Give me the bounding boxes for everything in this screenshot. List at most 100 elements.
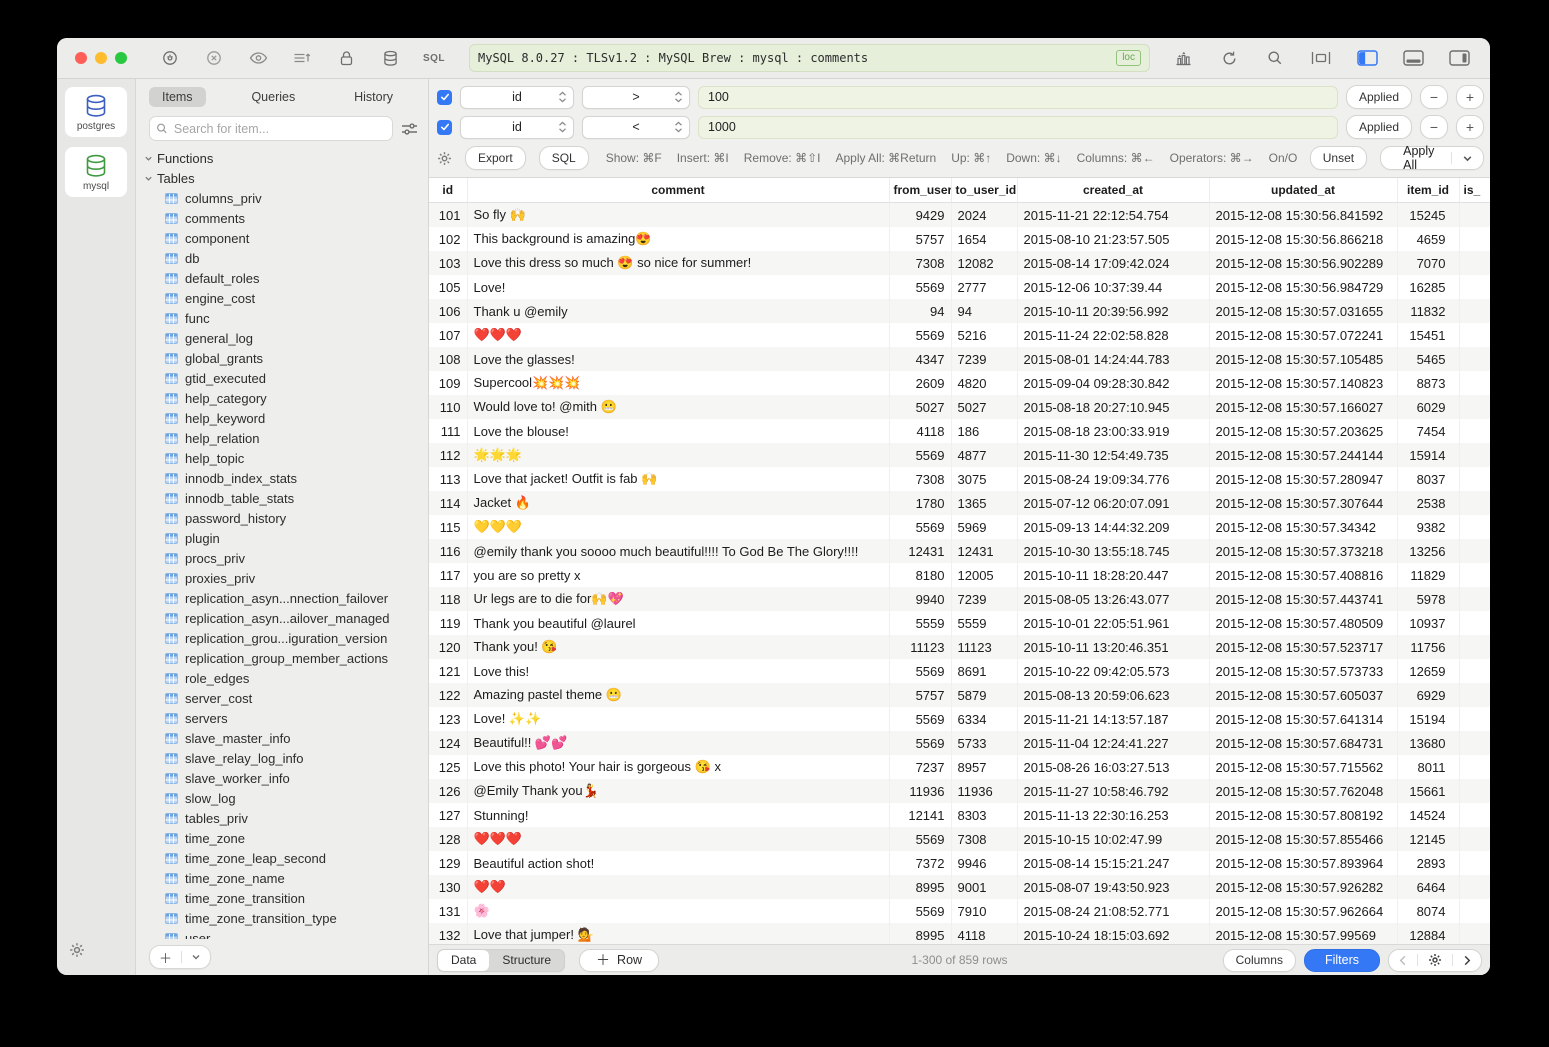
filter-value-input[interactable]: 1000: [698, 116, 1338, 139]
tab-items[interactable]: Items: [149, 87, 206, 107]
table-tree-item[interactable]: help_topic: [136, 448, 428, 468]
table-tree-item[interactable]: comments: [136, 208, 428, 228]
table-tree-item[interactable]: gtid_executed: [136, 368, 428, 388]
table-row[interactable]: 127 Stunning! 12141 8303 2015-11-13 22:3…: [429, 803, 1490, 827]
table-row[interactable]: 115 💛💛💛 5569 5969 2015-09-13 14:44:32.20…: [429, 515, 1490, 539]
table-row[interactable]: 131 🌸 5569 7910 2015-08-24 21:08:52.771 …: [429, 899, 1490, 923]
column-header-created-at[interactable]: created_at: [1017, 178, 1209, 203]
table-row[interactable]: 107 ❤️❤️❤️ 5569 5216 2015-11-24 22:02:58…: [429, 323, 1490, 347]
column-header-item-id[interactable]: item_id: [1397, 178, 1459, 203]
table-tree-item[interactable]: innodb_table_stats: [136, 488, 428, 508]
table-tree-item[interactable]: procs_priv: [136, 548, 428, 568]
toggle-right-panel-icon[interactable]: [1446, 46, 1472, 70]
applied-button[interactable]: Applied: [1346, 115, 1412, 139]
table-row[interactable]: 117 you are so pretty x 8180 12005 2015-…: [429, 563, 1490, 587]
sort-list-icon[interactable]: [289, 46, 315, 70]
search-icon[interactable]: [1262, 46, 1288, 70]
table-tree-item[interactable]: servers: [136, 708, 428, 728]
plus-icon[interactable]: ＋: [150, 948, 181, 967]
apply-all-button[interactable]: Apply All: [1380, 146, 1484, 170]
filter-options-icon[interactable]: [401, 122, 418, 136]
unset-button[interactable]: Unset: [1310, 146, 1367, 170]
filter-value-input[interactable]: 100: [698, 86, 1338, 109]
table-tree-item[interactable]: tables_priv: [136, 808, 428, 828]
chevron-down-icon[interactable]: [1452, 153, 1483, 164]
table-row[interactable]: 113 Love that jacket! Outfit is fab 🙌 73…: [429, 467, 1490, 491]
table-row[interactable]: 102 This background is amazing😍 5757 165…: [429, 227, 1490, 251]
refresh-icon[interactable]: [1216, 46, 1242, 70]
table-tree-item[interactable]: time_zone: [136, 828, 428, 848]
filters-button[interactable]: Filters: [1304, 949, 1380, 972]
remove-filter-button[interactable]: −: [1420, 85, 1448, 109]
toggle-sidebar-icon[interactable]: [1354, 46, 1380, 70]
lock-icon[interactable]: [333, 46, 359, 70]
table-row[interactable]: 119 Thank you beautiful @laurel 5559 555…: [429, 611, 1490, 635]
table-tree-item[interactable]: general_log: [136, 328, 428, 348]
tree-group-tables[interactable]: Tables: [136, 168, 428, 188]
table-tree-item[interactable]: slave_master_info: [136, 728, 428, 748]
preview-eye-icon[interactable]: [245, 46, 271, 70]
sql-editor-icon[interactable]: SQL: [421, 46, 447, 70]
table-tree-item[interactable]: time_zone_transition: [136, 888, 428, 908]
table-row[interactable]: 106 Thank u @emily 94 94 2015-10-11 20:3…: [429, 299, 1490, 323]
table-tree-item[interactable]: plugin: [136, 528, 428, 548]
table-tree-item[interactable]: engine_cost: [136, 288, 428, 308]
table-row[interactable]: 101 So fly 🙌 9429 2024 2015-11-21 22:12:…: [429, 203, 1490, 228]
toggle-bottom-panel-icon[interactable]: [1400, 46, 1426, 70]
search-input[interactable]: [172, 121, 386, 137]
table-tree-item[interactable]: time_zone_transition_type: [136, 908, 428, 928]
table-row[interactable]: 103 Love this dress so much 😍 so nice fo…: [429, 251, 1490, 275]
applied-button[interactable]: Applied: [1346, 85, 1412, 109]
filter-operator-select[interactable]: <: [582, 116, 690, 139]
table-tree-item[interactable]: replication_asyn...ailover_managed: [136, 608, 428, 628]
table-tree-item[interactable]: func: [136, 308, 428, 328]
chevron-down-icon[interactable]: [182, 952, 210, 962]
connection-mysql[interactable]: mysql: [65, 147, 127, 197]
database-icon[interactable]: [377, 46, 403, 70]
data-tab[interactable]: Data: [438, 950, 489, 971]
table-tree-item[interactable]: replication_asyn...nnection_failover: [136, 588, 428, 608]
table-row[interactable]: 116 @emily thank you soooo much beautifu…: [429, 539, 1490, 563]
column-header-comment[interactable]: comment: [467, 178, 889, 203]
tab-queries[interactable]: Queries: [238, 87, 308, 107]
tab-history[interactable]: History: [341, 87, 406, 107]
add-item-button[interactable]: ＋: [149, 945, 211, 969]
table-row[interactable]: 132 Love that jumper! 💁 8995 4118 2015-1…: [429, 923, 1490, 944]
table-tree-item[interactable]: slave_relay_log_info: [136, 748, 428, 768]
connection-icon[interactable]: [157, 46, 183, 70]
column-header-id[interactable]: id: [429, 178, 467, 203]
table-tree-item[interactable]: time_zone_leap_second: [136, 848, 428, 868]
item-search-field[interactable]: [149, 116, 393, 141]
structure-tab[interactable]: Structure: [489, 950, 564, 971]
connection-postgres[interactable]: postgres: [65, 87, 127, 137]
filter-column-select[interactable]: id: [460, 86, 574, 109]
table-tree-item[interactable]: innodb_index_stats: [136, 468, 428, 488]
close-window-button[interactable]: [75, 52, 87, 64]
page-settings-gear-icon[interactable]: [1418, 953, 1452, 967]
column-header-is[interactable]: is_: [1459, 178, 1490, 203]
table-tree-item[interactable]: time_zone_name: [136, 868, 428, 888]
table-tree-item[interactable]: slave_worker_info: [136, 768, 428, 788]
table-row[interactable]: 110 Would love to! @mith 😬 5027 5027 201…: [429, 395, 1490, 419]
table-tree-item[interactable]: component: [136, 228, 428, 248]
table-row[interactable]: 125 Love this photo! Your hair is gorgeo…: [429, 755, 1490, 779]
table-row[interactable]: 122 Amazing pastel theme 😬 5757 5879 201…: [429, 683, 1490, 707]
table-tree-item[interactable]: server_cost: [136, 688, 428, 708]
table-row[interactable]: 114 Jacket 🔥 1780 1365 2015-07-12 06:20:…: [429, 491, 1490, 515]
table-row[interactable]: 109 Supercool💥💥💥 2609 4820 2015-09-04 09…: [429, 371, 1490, 395]
column-header-from-user-id[interactable]: from_user_id: [889, 178, 951, 203]
zoom-window-button[interactable]: [115, 52, 127, 64]
add-filter-button[interactable]: +: [1456, 115, 1484, 139]
filter-enabled-checkbox[interactable]: [437, 120, 452, 135]
chart-icon[interactable]: [1170, 46, 1196, 70]
table-row[interactable]: 108 Love the glasses! 4347 7239 2015-08-…: [429, 347, 1490, 371]
previous-page-icon[interactable]: [1389, 955, 1417, 966]
remove-filter-button[interactable]: −: [1420, 115, 1448, 139]
table-row[interactable]: 121 Love this! 5569 8691 2015-10-22 09:4…: [429, 659, 1490, 683]
table-row[interactable]: 105 Love! 5569 2777 2015-12-06 10:37:39.…: [429, 275, 1490, 299]
add-row-button[interactable]: ＋ Row: [579, 949, 659, 972]
column-header-to-user-id[interactable]: to_user_id: [951, 178, 1017, 203]
table-row[interactable]: 128 ❤️❤️❤️ 5569 7308 2015-10-15 10:02:47…: [429, 827, 1490, 851]
table-tree-item[interactable]: replication_group_member_actions: [136, 648, 428, 668]
table-tree-item[interactable]: role_edges: [136, 668, 428, 688]
